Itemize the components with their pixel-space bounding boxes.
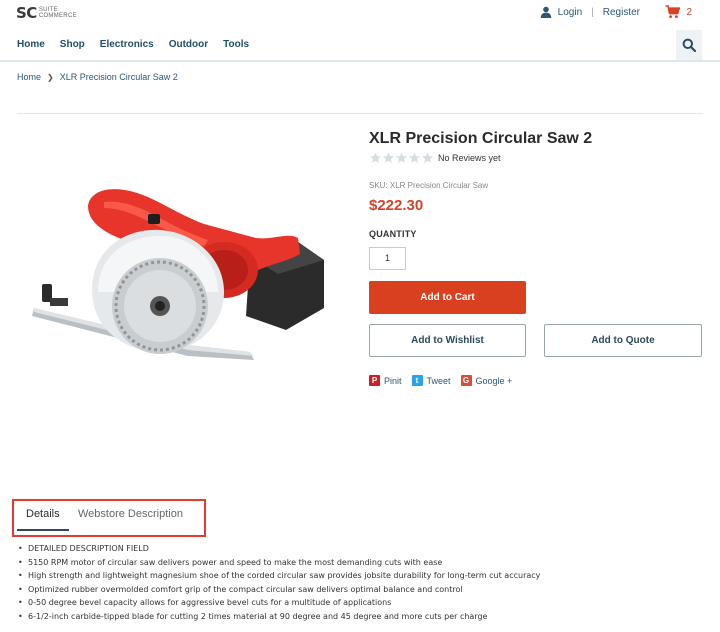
- star-icon: [383, 152, 394, 163]
- description-list: • DETAILED DESCRIPTION FIELD • 5150 RPM mo…: [18, 542, 708, 624]
- rating-stars: [369, 152, 434, 164]
- chevron-right-icon: ❯: [47, 72, 54, 82]
- star-icon: [409, 152, 420, 163]
- google-plus-icon: G: [460, 375, 472, 386]
- active-tab-indicator: [17, 529, 69, 531]
- nav-item-tools[interactable]: Tools: [223, 39, 249, 50]
- nav-item-home[interactable]: Home: [17, 39, 45, 50]
- account-separator: |: [591, 6, 594, 18]
- main-navigation: Home Shop Electronics Outdoor Tools: [0, 28, 720, 62]
- list-item: • Optimized rubber overmolded comfort gri…: [18, 583, 708, 597]
- search-button[interactable]: [676, 30, 702, 60]
- user-icon: [540, 6, 551, 18]
- breadcrumb: Home ❯ XLR Precision Circular Saw 2: [17, 72, 178, 82]
- star-icon: [396, 152, 407, 163]
- header-divider: [17, 113, 703, 114]
- nav-item-outdoor[interactable]: Outdoor: [169, 39, 208, 50]
- pinterest-icon: P: [369, 375, 380, 386]
- cart-button[interactable]: 2: [665, 5, 692, 19]
- add-to-cart-button[interactable]: Add to Cart: [369, 281, 526, 314]
- logo-mark: SC: [16, 4, 37, 22]
- pinit-label: Pinit: [384, 375, 402, 386]
- description-text: High strength and lightweight magnesium …: [28, 571, 541, 581]
- register-link[interactable]: Register: [603, 7, 640, 18]
- description-text: 5150 RPM motor of circular saw delivers …: [28, 557, 443, 567]
- description-text: 6-1/2-inch carbide-tipped blade for cutt…: [28, 611, 488, 621]
- social-share: P Pinit t Tweet G Google +: [369, 375, 522, 386]
- product-rating[interactable]: No Reviews yet: [369, 152, 501, 164]
- cart-icon: [665, 5, 681, 18]
- header-topbar: SC SUITE COMMERCE Login | Register 2: [0, 0, 720, 28]
- site-logo[interactable]: SC SUITE COMMERCE: [16, 4, 77, 22]
- google-plus-label: Google +: [475, 375, 513, 386]
- tab-details[interactable]: Details: [26, 508, 60, 520]
- cart-count: 2: [686, 6, 692, 18]
- reviews-count: No Reviews yet: [438, 153, 501, 163]
- product-image: [32, 189, 324, 360]
- google-plus-link[interactable]: G Google +: [460, 375, 513, 386]
- list-item: • 5150 RPM motor of circular saw delivers…: [18, 556, 708, 570]
- nav-item-shop[interactable]: Shop: [60, 39, 85, 50]
- nav-item-electronics[interactable]: Electronics: [100, 39, 154, 50]
- product-price: $222.30: [369, 197, 424, 214]
- quantity-label: QUANTITY: [369, 229, 417, 239]
- nav-menu: Home Shop Electronics Outdoor Tools: [17, 39, 264, 50]
- logo-subtitle: SUITE COMMERCE: [39, 7, 77, 19]
- pinit-link[interactable]: P Pinit: [369, 375, 402, 386]
- list-item: • 0-50 degree bevel capacity allows for a…: [18, 596, 708, 610]
- tab-webstore-description[interactable]: Webstore Description: [78, 508, 183, 520]
- star-icon: [370, 152, 381, 163]
- description-text: 0-50 degree bevel capacity allows for ag…: [28, 598, 392, 608]
- add-to-wishlist-button[interactable]: Add to Wishlist: [369, 324, 526, 357]
- description-text: DETAILED DESCRIPTION FIELD: [28, 544, 149, 553]
- search-icon: [682, 38, 696, 52]
- add-to-quote-button[interactable]: Add to Quote: [544, 324, 702, 357]
- tweet-label: Tweet: [426, 375, 451, 386]
- breadcrumb-home[interactable]: Home: [17, 72, 41, 82]
- twitter-icon: t: [411, 375, 423, 386]
- product-title: XLR Precision Circular Saw 2: [369, 130, 593, 147]
- list-item: • 6-1/2-inch carbide-tipped blade for cut…: [18, 610, 708, 624]
- quantity-input[interactable]: 1: [369, 247, 406, 270]
- breadcrumb-current: XLR Precision Circular Saw 2: [59, 72, 178, 82]
- tweet-link[interactable]: t Tweet: [411, 375, 451, 386]
- list-item: • DETAILED DESCRIPTION FIELD: [18, 542, 708, 556]
- login-link[interactable]: Login: [558, 7, 582, 18]
- product-sku: SKU: XLR Precision Circular Saw: [369, 181, 489, 190]
- description-text: Optimized rubber overmolded comfort grip…: [28, 584, 463, 594]
- logo-sub-line2: COMMERCE: [38, 13, 77, 19]
- list-item: • High strength and lightweight magnesium…: [18, 569, 708, 583]
- account-links: Login | Register: [540, 6, 640, 18]
- star-icon: [422, 152, 433, 163]
